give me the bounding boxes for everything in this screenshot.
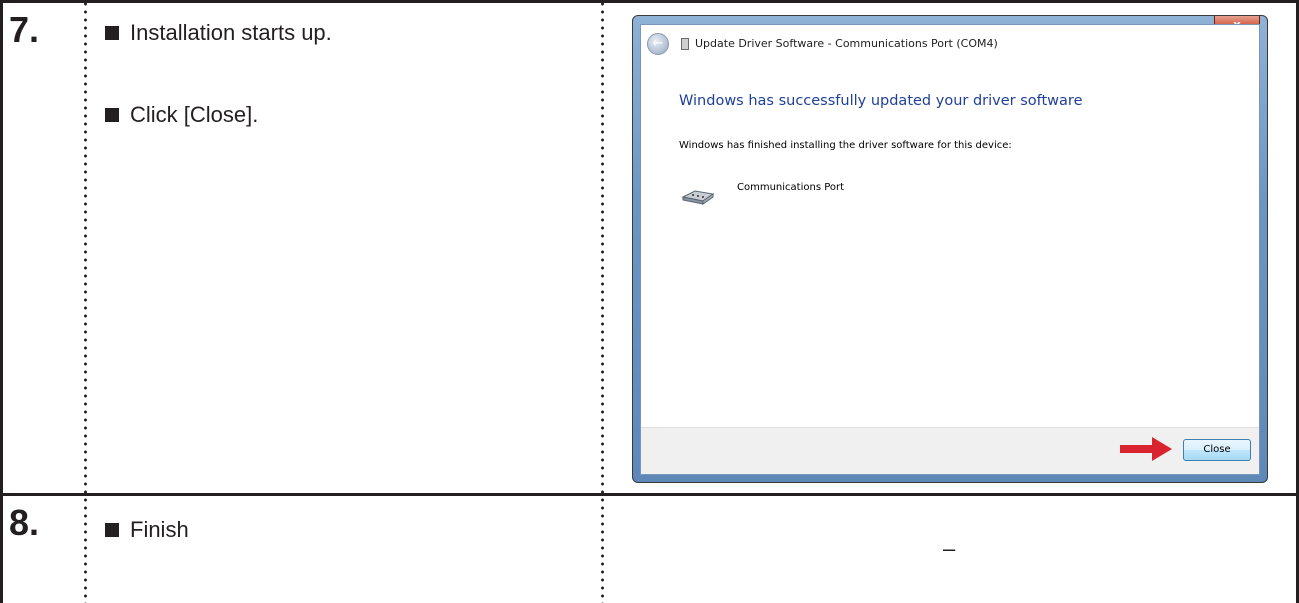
row-divider	[0, 493, 1299, 496]
column-separator-1	[84, 0, 87, 603]
step-7-bullet-2: Click [Close].	[105, 102, 258, 128]
dialog-titlebar: ← Update Driver Software - Communication…	[641, 25, 1259, 65]
bullet-text: Click [Close].	[130, 102, 259, 127]
bullet-square-icon	[105, 523, 119, 537]
window-icon	[681, 38, 689, 50]
update-driver-dialog: x ← Update Driver Software - Communicati…	[632, 15, 1268, 483]
dialog-footer: Close	[641, 427, 1259, 474]
instruction-table: 7. Installation starts up. Click [Close]…	[0, 0, 1299, 603]
step-number-8: 8.	[9, 502, 40, 543]
column-separator-2	[601, 0, 604, 603]
dialog-headline: Windows has successfully updated your dr…	[679, 93, 1083, 109]
step-8-bullet-1: Finish	[105, 517, 189, 543]
table-border-top	[0, 0, 1299, 3]
step-8-right-cell-text: –	[943, 536, 956, 561]
bullet-text: Installation starts up.	[130, 20, 332, 45]
serial-port-icon	[681, 190, 715, 205]
close-button[interactable]: Close	[1183, 439, 1251, 461]
device-name: Communications Port	[737, 182, 845, 193]
bullet-text: Finish	[130, 517, 189, 542]
step-number-7: 7.	[9, 9, 40, 50]
dialog-message: Windows has finished installing the driv…	[679, 140, 1012, 151]
dialog-content: ← Update Driver Software - Communication…	[640, 24, 1260, 475]
dialog-title: Update Driver Software - Communications …	[695, 37, 998, 50]
back-arrow-icon[interactable]: ←	[647, 33, 669, 55]
bullet-square-icon	[105, 108, 119, 122]
bullet-square-icon	[105, 26, 119, 40]
step-7-bullet-1: Installation starts up.	[105, 20, 332, 46]
red-arrow-icon	[1120, 437, 1172, 461]
table-border-left	[0, 0, 3, 603]
